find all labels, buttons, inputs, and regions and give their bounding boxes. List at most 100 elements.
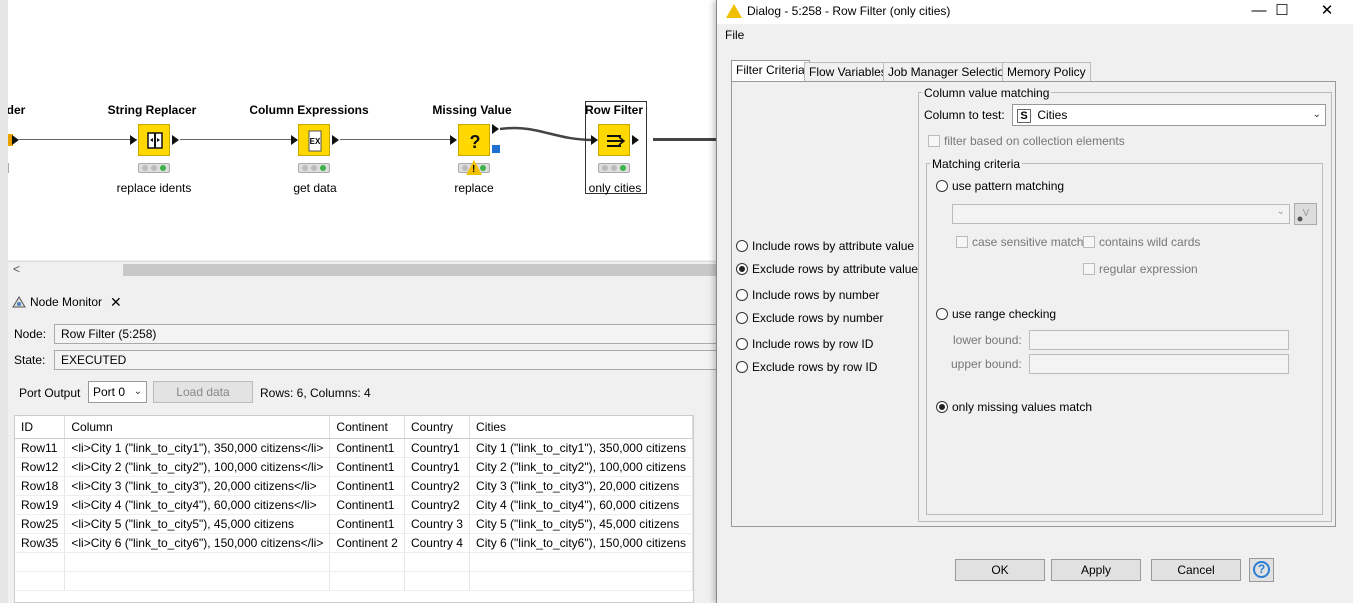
dialog-titlebar[interactable]: Dialog - 5:258 - Row Filter (only cities… [717, 0, 1353, 24]
left-edge [0, 0, 8, 603]
load-data-button[interactable]: Load data [153, 381, 253, 403]
outport[interactable] [332, 135, 339, 145]
radio-exclude-attribute[interactable]: Exclude rows by attribute value [736, 262, 918, 276]
cut-node-outport[interactable] [12, 135, 19, 145]
flow-variable-button[interactable]: V [1294, 203, 1317, 225]
scroll-left-button[interactable]: < [13, 262, 20, 276]
apply-button[interactable]: Apply [1051, 559, 1141, 581]
cut-node-traffic [8, 163, 9, 173]
connection-curve[interactable] [498, 122, 598, 144]
canvas-horizontal-scrollbar[interactable]: < [8, 261, 720, 277]
inport[interactable] [591, 135, 598, 145]
workflow-canvas[interactable]: der String Replacer replace idents Colum… [8, 0, 720, 260]
svg-text:EX: EX [310, 137, 321, 146]
tab-filter-criteria[interactable]: Filter Criteria [731, 60, 810, 81]
radio-range-checking[interactable]: use range checking [936, 307, 1056, 321]
rows-columns-info: Rows: 6, Columns: 4 [260, 386, 371, 400]
inport[interactable] [130, 135, 137, 145]
radio-include-attribute[interactable]: Include rows by attribute value [736, 239, 914, 253]
table-header-row: ID Column Continent Country Cities [15, 416, 693, 439]
radio-include-number[interactable]: Include rows by number [736, 288, 879, 302]
tab-memory-policy[interactable]: Memory Policy [1002, 62, 1091, 81]
close-button[interactable]: ✕ [1307, 0, 1347, 24]
warning-mark: ! [472, 164, 476, 175]
table-cell: Country1 [404, 457, 471, 477]
radio-only-missing[interactable]: only missing values match [936, 400, 1092, 414]
table-row[interactable]: Row35 <li>City 6 ("link_to_city6"), 150,… [15, 533, 693, 553]
node-missing-value[interactable]: ? [458, 124, 490, 156]
tab-flow-variables[interactable]: Flow Variables [804, 62, 892, 81]
checkbox-regular-expression[interactable]: regular expression [1083, 262, 1198, 276]
variable-port-icon[interactable] [492, 145, 500, 153]
lower-bound-input[interactable] [1029, 330, 1289, 350]
table-row[interactable]: Row12 <li>City 2 ("link_to_city2"), 100,… [15, 457, 693, 477]
outport[interactable] [172, 135, 179, 145]
group-title: Matching criteria [930, 157, 1023, 171]
close-icon[interactable]: ✕ [110, 294, 122, 311]
radio-include-rowid[interactable]: Include rows by row ID [736, 337, 873, 351]
upper-bound-input[interactable] [1029, 354, 1289, 374]
dialog-menubar: File [717, 24, 1353, 46]
node-column-expressions[interactable]: EX [298, 124, 330, 156]
table-cell: Continent 2 [329, 533, 405, 553]
node-label[interactable]: replace [454, 181, 493, 195]
table-cell: Row35 [15, 533, 66, 553]
maximize-button[interactable]: ☐ [1262, 0, 1302, 24]
ok-button[interactable]: OK [955, 559, 1045, 581]
column-header[interactable]: Continent [329, 416, 405, 439]
data-table[interactable]: ID Column Continent Country Cities Row11… [14, 415, 694, 603]
pattern-input[interactable]: ⌄ [952, 204, 1290, 224]
connection[interactable] [653, 138, 720, 141]
state-field: EXECUTED [54, 350, 720, 370]
checkbox-filter-collection[interactable]: filter based on collection elements [928, 134, 1125, 148]
menu-file[interactable]: File [725, 28, 744, 42]
table-row[interactable]: Row19 <li>City 4 ("link_to_city4"), 60,0… [15, 495, 693, 515]
table-cell: Row18 [15, 476, 66, 496]
connection[interactable] [340, 139, 456, 140]
scrollbar-thumb[interactable] [123, 264, 720, 276]
column-header[interactable]: Column [64, 416, 331, 439]
column-header[interactable]: Country [404, 416, 471, 439]
node-row-filter[interactable] [598, 124, 630, 156]
node-title-cut: der [8, 103, 26, 117]
table-row[interactable]: Row25 <li>City 5 ("link_to_city5"), 45,0… [15, 514, 693, 534]
checkbox-label: filter based on collection elements [944, 134, 1125, 148]
radio-label: Exclude rows by row ID [752, 360, 878, 374]
outport[interactable] [632, 135, 639, 145]
inport[interactable] [291, 135, 298, 145]
column-to-test-select[interactable]: S Cities ⌄ [1012, 104, 1326, 126]
node-label[interactable]: only cities [589, 181, 642, 195]
node-label[interactable]: get data [293, 181, 336, 195]
radio-exclude-rowid[interactable]: Exclude rows by row ID [736, 360, 877, 374]
column-header[interactable]: ID [15, 416, 66, 439]
table-row[interactable]: Row18 <li>City 3 ("link_to_city3"), 20,0… [15, 476, 693, 496]
checkbox-case-sensitive[interactable]: case sensitive match [956, 235, 1083, 249]
upper-bound-label: upper bound: [951, 357, 1022, 371]
tab-job-manager-selection[interactable]: Job Manager Selection [883, 62, 1016, 81]
table-cell: City 6 ("link_to_city6"), 150,000 citize… [469, 533, 693, 553]
connection[interactable] [180, 139, 297, 140]
outport[interactable] [492, 124, 499, 134]
inport[interactable] [450, 135, 457, 145]
table-cell: Country2 [404, 495, 471, 515]
table-cell: Country2 [404, 476, 471, 496]
checkbox-contains-wild[interactable]: contains wild cards [1083, 235, 1200, 249]
node-monitor-tab[interactable]: Node Monitor ✕ [12, 291, 122, 313]
connection[interactable] [19, 139, 137, 140]
table-row[interactable]: Row11 <li>City 1 ("link_to_city1"), 350,… [15, 438, 693, 458]
help-button[interactable]: ? [1249, 558, 1274, 582]
table-cell: <li>City 1 ("link_to_city1"), 350,000 ci… [64, 438, 331, 458]
table-cell: Country 3 [404, 514, 471, 534]
cancel-button[interactable]: Cancel [1151, 559, 1241, 581]
radio-exclude-number[interactable]: Exclude rows by number [736, 311, 883, 325]
port-select[interactable]: Port 0 ⌄ [88, 381, 147, 403]
column-header[interactable]: Cities [469, 416, 693, 439]
string-replacer-icon [147, 132, 163, 149]
node-monitor-panel: Node Monitor ✕ Node: Row Filter (5:258) … [8, 287, 720, 603]
radio-pattern-matching[interactable]: use pattern matching [936, 179, 1064, 193]
node-string-replacer[interactable] [138, 124, 170, 156]
table-cell: <li>City 3 ("link_to_city3"), 20,000 cit… [64, 476, 331, 496]
radio-label: Exclude rows by attribute value [752, 262, 919, 276]
node-label[interactable]: replace idents [117, 181, 192, 195]
table-cell: City 5 ("link_to_city5"), 45,000 citizen… [469, 514, 693, 534]
